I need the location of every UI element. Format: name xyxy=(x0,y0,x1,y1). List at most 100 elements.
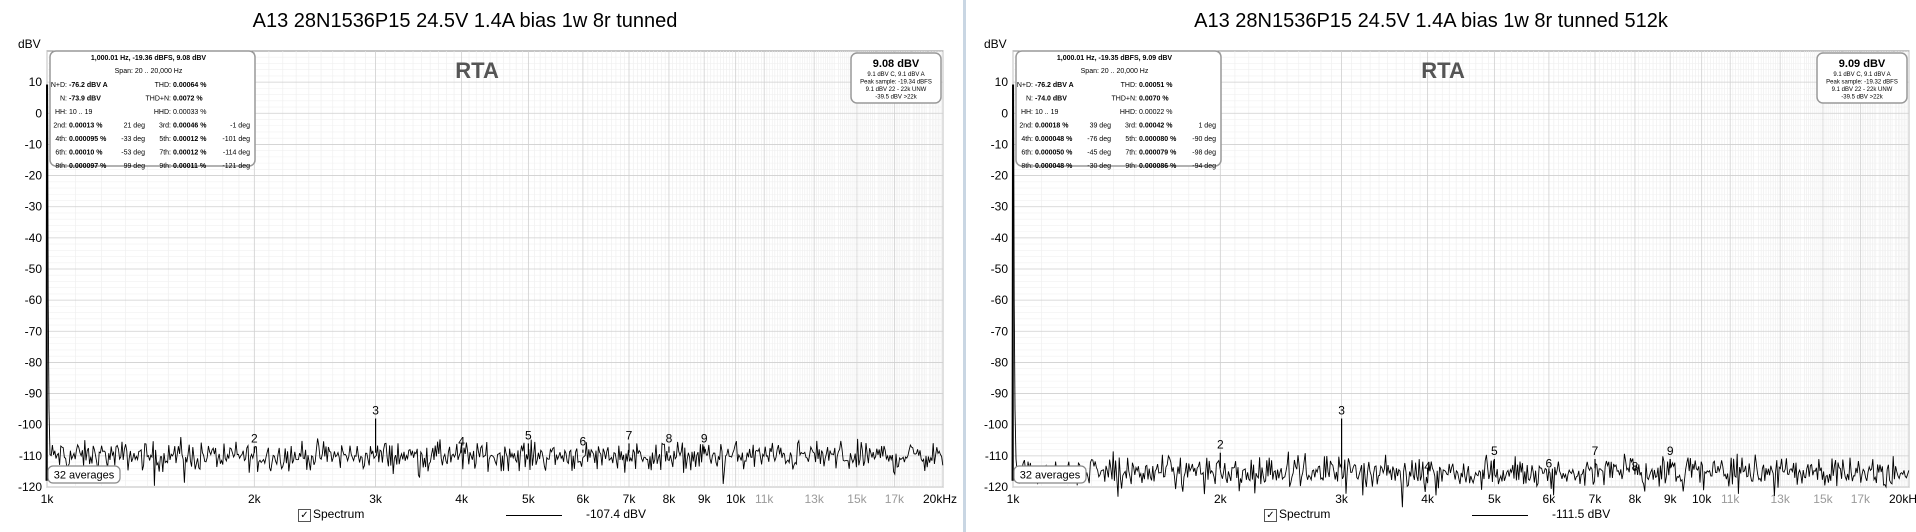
info-span: Span: 20 .. 20,000 Hz xyxy=(1081,68,1149,75)
x-tick-label: 7k xyxy=(623,492,637,506)
x-tick-label: 8k xyxy=(1629,492,1643,506)
y-tick-label: -90 xyxy=(25,387,43,401)
info-cell: HHD: xyxy=(154,109,171,116)
harmonic-label: 2 xyxy=(251,432,258,446)
averages-label: 32 averages xyxy=(1020,470,1081,482)
info-cell: 3rd: xyxy=(1125,123,1137,130)
level-line: Peak sample: -19.34 dBFS xyxy=(860,80,932,86)
info-cell: -33 deg xyxy=(121,136,145,143)
info-cell: -98 deg xyxy=(1192,150,1216,157)
info-cell: THD: xyxy=(155,82,171,89)
y-tick-label: -100 xyxy=(18,418,42,432)
info-cell: 6th: xyxy=(1021,150,1033,157)
level-line: 9.1 dBV 22 - 22k UNW xyxy=(1832,87,1893,93)
y-tick-label: -20 xyxy=(991,169,1009,183)
spectrum-label: Spectrum xyxy=(1279,507,1331,521)
x-tick-label: 17k xyxy=(1851,492,1871,506)
x-tick-label: 1k xyxy=(41,492,55,506)
y-tick-label: -80 xyxy=(991,355,1009,369)
harmonic-label: 5 xyxy=(525,428,532,442)
x-tick-label: 5k xyxy=(522,492,536,506)
level-value: 9.08 dBV xyxy=(873,58,920,70)
legend-bar-left: ✓ Spectrum -107.4 dBV xyxy=(0,507,963,527)
rta-label: RTA xyxy=(455,58,499,83)
info-cell: -53 deg xyxy=(121,150,145,157)
x-tick-label: 7k xyxy=(1589,492,1603,506)
spectrum-label: Spectrum xyxy=(313,507,365,521)
harmonic-label: 9 xyxy=(1667,444,1674,458)
y-tick-label: -40 xyxy=(25,231,43,245)
x-tick-label: 9k xyxy=(698,492,712,506)
y-tick-label: -110 xyxy=(985,449,1008,463)
info-cell: THD+N: xyxy=(146,96,172,103)
y-tick-label: -40 xyxy=(991,231,1009,245)
x-tick-label: 15k xyxy=(847,492,867,506)
info-cell: -45 deg xyxy=(1087,150,1111,157)
info-cell: 9th: xyxy=(159,163,171,170)
info-cell: 0.00051 % xyxy=(1139,82,1173,89)
info-cell: -76.2 dBV A xyxy=(1035,82,1074,89)
spectrum-checkbox[interactable]: ✓ xyxy=(1264,509,1277,522)
info-cell: 4th: xyxy=(55,136,67,143)
y-tick-label: 0 xyxy=(35,106,42,120)
y-tick-label: -10 xyxy=(25,137,43,151)
info-cell: 0.00012 % xyxy=(173,150,207,157)
info-cell: 8th: xyxy=(55,163,67,170)
x-tick-label: 9k xyxy=(1664,492,1678,506)
info-cell: HHD: xyxy=(1120,109,1137,116)
info-header: 1,000.01 Hz, -19.36 dBFS, 9.08 dBV xyxy=(91,55,206,62)
harmonic-label: 6 xyxy=(580,435,587,449)
x-tick-label: 10k xyxy=(1692,492,1712,506)
spectrum-line-sample xyxy=(506,515,562,516)
rta-label: RTA xyxy=(1421,58,1465,83)
info-cell: -101 deg xyxy=(222,136,250,143)
harmonic-label: 4 xyxy=(1424,460,1431,474)
info-cell: THD: xyxy=(1121,82,1137,89)
info-header: 1,000.01 Hz, -19.35 dBFS, 9.09 dBV xyxy=(1057,55,1172,62)
x-tick-label: 11k xyxy=(1721,492,1740,506)
harmonic-label: 9 xyxy=(701,432,708,446)
x-tick-label: 4k xyxy=(455,492,469,506)
y-tick-label: -120 xyxy=(984,480,1008,494)
harmonic-label: 3 xyxy=(372,403,379,417)
x-tick-label: 5k xyxy=(1488,492,1502,506)
info-cell: 0.000079 % xyxy=(1139,150,1177,157)
y-tick-label: -50 xyxy=(25,262,43,276)
info-cell: N: xyxy=(60,96,67,103)
y-unit-label: dBV xyxy=(18,37,41,51)
info-cell: 0.000095 % xyxy=(69,136,107,143)
y-tick-label: 10 xyxy=(995,75,1009,89)
x-tick-label: 2k xyxy=(248,492,262,506)
harmonic-label: 2 xyxy=(1217,438,1224,452)
harmonic-label: 4 xyxy=(458,435,465,449)
y-tick-label: -60 xyxy=(991,293,1009,307)
y-tick-label: -30 xyxy=(991,200,1009,214)
info-cell: 0.0070 % xyxy=(1139,96,1169,103)
info-cell: 0.00033 % xyxy=(173,109,206,116)
info-cell: 0.000050 % xyxy=(1035,150,1073,157)
info-cell: 0.00018 % xyxy=(1035,123,1069,130)
chart-title: A13 28N1536P15 24.5V 1.4A bias 1w 8r tun… xyxy=(1194,10,1669,32)
info-cell: 0.000048 % xyxy=(1035,136,1073,143)
x-tick-label: 15k xyxy=(1813,492,1833,506)
info-cell: THD+N: xyxy=(1112,96,1138,103)
level-line: -39.5 dBV >22k xyxy=(1841,95,1884,101)
info-cell: -76.2 dBV A xyxy=(69,82,108,89)
info-cell: 0.00022 % xyxy=(1139,109,1172,116)
spectrum-checkbox[interactable]: ✓ xyxy=(298,509,311,522)
x-tick-label: 3k xyxy=(369,492,383,506)
info-cell: -73.9 dBV xyxy=(69,96,101,103)
info-cell: 2nd: xyxy=(53,123,67,130)
info-cell: 5th: xyxy=(159,136,171,143)
info-cell: HH: xyxy=(1021,109,1033,116)
level-line: 9.1 dBV 22 - 22k UNW xyxy=(866,87,927,93)
rta-chart-right: A13 28N1536P15 24.5V 1.4A bias 1w 8r tun… xyxy=(984,10,1916,508)
info-cell: 9th: xyxy=(1125,163,1137,170)
y-tick-label: -120 xyxy=(18,480,42,494)
y-tick-label: -80 xyxy=(25,355,43,369)
info-span: Span: 20 .. 20,000 Hz xyxy=(115,68,183,75)
x-tick-label: 20kHz xyxy=(923,492,957,506)
x-tick-label: 17k xyxy=(885,492,905,506)
info-cell: 0.00013 % xyxy=(69,123,103,130)
info-cell: 6th: xyxy=(55,150,67,157)
